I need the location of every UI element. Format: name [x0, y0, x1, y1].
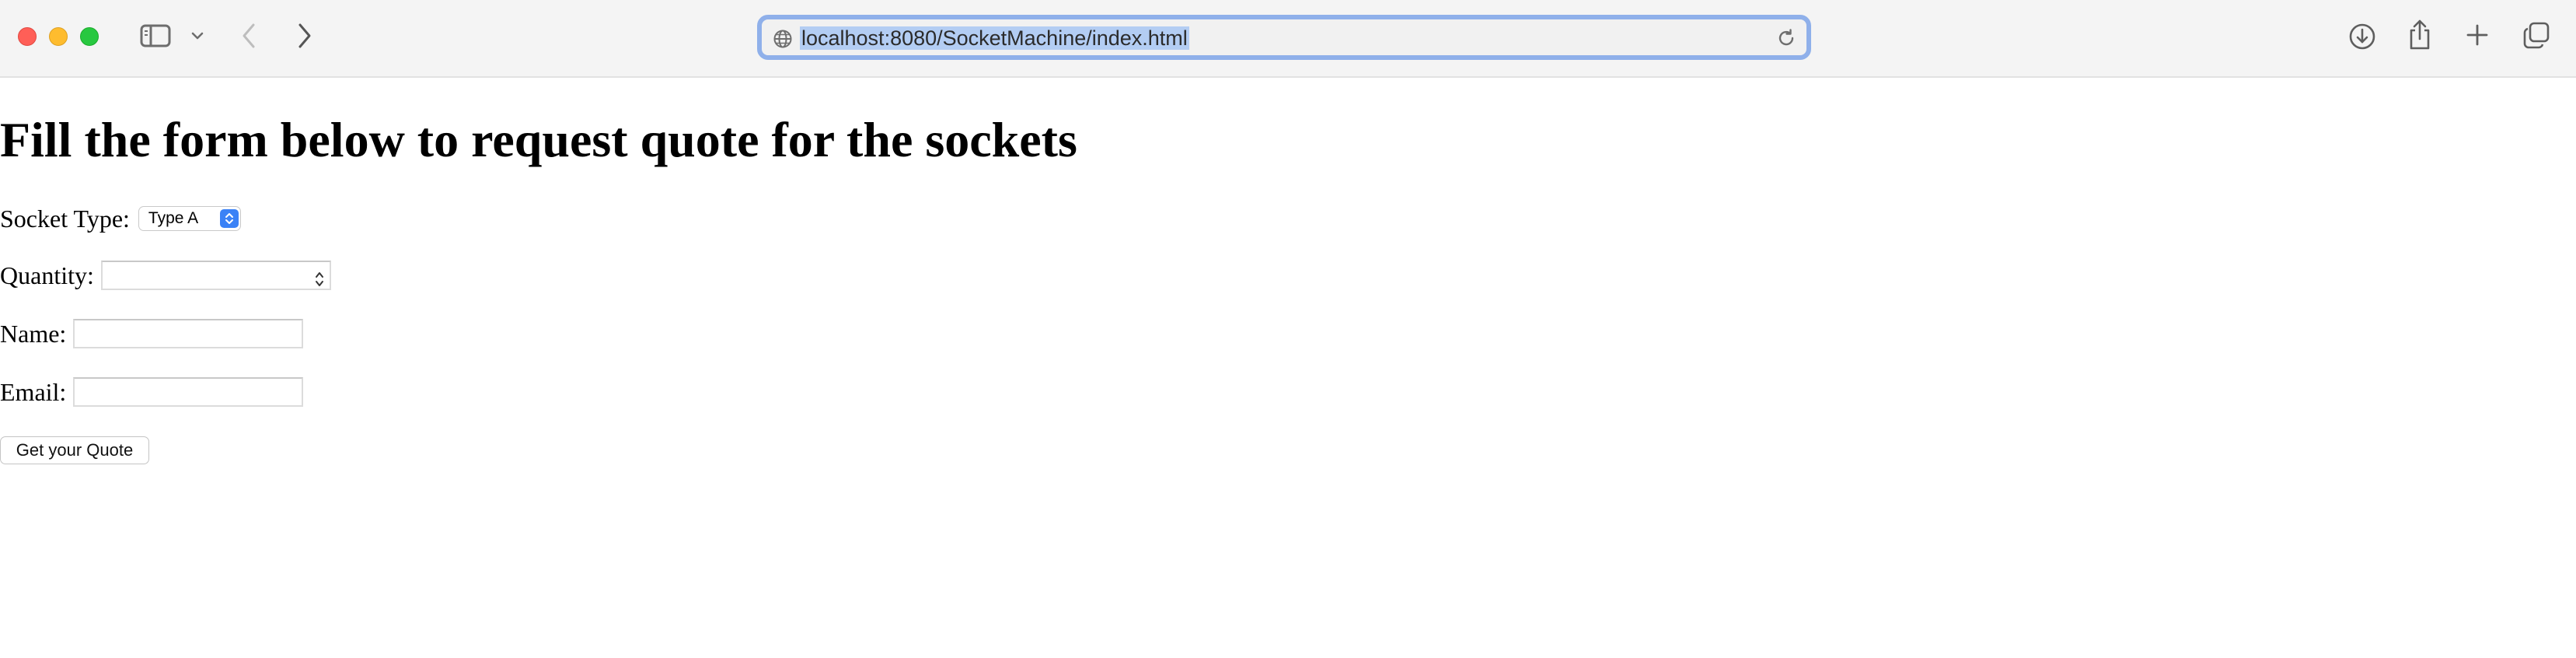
- download-icon[interactable]: [2347, 22, 2377, 51]
- address-bar[interactable]: localhost:8080/SocketMachine/index.html: [757, 15, 1811, 60]
- quantity-stepper[interactable]: [314, 266, 325, 295]
- quantity-input[interactable]: [100, 261, 331, 290]
- plus-icon[interactable]: [2464, 22, 2490, 48]
- socket-type-row: Socket Type: Type A: [0, 202, 241, 235]
- sidebar-icon[interactable]: [138, 22, 173, 50]
- chevron-right-icon[interactable]: [295, 22, 314, 50]
- page-title: Fill the form below to request quote for…: [0, 112, 1077, 167]
- name-row: Name:: [0, 317, 304, 351]
- email-row: Email:: [0, 375, 304, 409]
- page-content: Fill the form below to request quote for…: [0, 79, 2576, 658]
- socket-type-select[interactable]: Type A: [138, 206, 241, 231]
- chevron-left-icon[interactable]: [239, 22, 258, 50]
- name-label: Name:: [0, 319, 67, 348]
- email-input[interactable]: [73, 377, 304, 407]
- select-arrows-icon: [219, 209, 239, 228]
- reload-icon[interactable]: [1775, 27, 1797, 53]
- quantity-row: Quantity:: [0, 258, 331, 292]
- name-input[interactable]: [73, 319, 304, 348]
- url-text[interactable]: localhost:8080/SocketMachine/index.html: [800, 26, 1189, 50]
- socket-type-selected-value: Type A: [148, 209, 199, 227]
- email-label: Email:: [0, 377, 67, 406]
- globe-icon: [773, 29, 793, 53]
- share-icon[interactable]: [2407, 19, 2433, 51]
- window-minimize-button[interactable]: [49, 27, 68, 46]
- quantity-label: Quantity:: [0, 261, 94, 289]
- tabs-icon[interactable]: [2522, 20, 2551, 50]
- window-close-button[interactable]: [18, 27, 37, 46]
- window-maximize-button[interactable]: [80, 27, 99, 46]
- chevron-down-icon[interactable]: [190, 28, 205, 44]
- browser-toolbar: localhost:8080/SocketMachine/index.html: [0, 0, 2576, 78]
- get-quote-button[interactable]: Get your Quote: [0, 436, 149, 464]
- socket-type-label: Socket Type:: [0, 204, 130, 233]
